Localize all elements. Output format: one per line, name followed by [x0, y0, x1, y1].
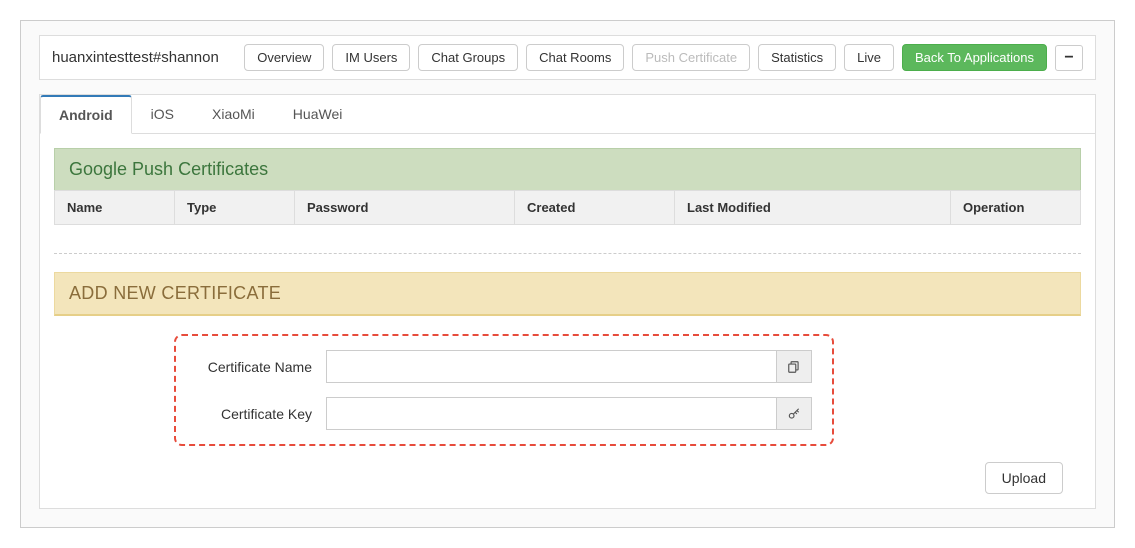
certificates-list-header: Google Push Certificates — [54, 148, 1081, 191]
copy-icon — [787, 360, 801, 374]
nav-push-certificate-button: Push Certificate — [632, 44, 750, 71]
platform-tabs: Android iOS XiaoMi HuaWei — [40, 95, 1095, 134]
cert-key-input-group — [326, 397, 812, 430]
nav-statistics-button[interactable]: Statistics — [758, 44, 836, 71]
col-operation: Operation — [951, 191, 1081, 225]
dashed-separator — [54, 253, 1081, 254]
form-row-cert-key: Certificate Key — [186, 397, 812, 430]
form-row-cert-name: Certificate Name — [186, 350, 812, 383]
col-created: Created — [515, 191, 675, 225]
certificates-table: Name Type Password Created Last Modified… — [54, 190, 1081, 225]
nav-chat-rooms-button[interactable]: Chat Rooms — [526, 44, 624, 71]
add-certificate-header: ADD NEW CERTIFICATE — [54, 272, 1081, 316]
col-last-modified: Last Modified — [675, 191, 951, 225]
nav-live-button[interactable]: Live — [844, 44, 894, 71]
cert-name-input-group — [326, 350, 812, 383]
key-icon — [787, 407, 801, 421]
tab-android[interactable]: Android — [40, 95, 132, 134]
nav-im-users-button[interactable]: IM Users — [332, 44, 410, 71]
cert-key-input[interactable] — [326, 397, 776, 430]
col-name: Name — [55, 191, 175, 225]
top-bar: huanxintesttest#shannon Overview IM User… — [39, 35, 1096, 80]
back-to-applications-button[interactable]: Back To Applications — [902, 44, 1047, 71]
tabs-container: Android iOS XiaoMi HuaWei Google Push Ce… — [39, 94, 1096, 509]
cert-name-input[interactable] — [326, 350, 776, 383]
col-type: Type — [175, 191, 295, 225]
cert-name-label: Certificate Name — [186, 359, 326, 375]
minus-icon: − — [1064, 50, 1073, 66]
tab-android-body: Google Push Certificates Name Type Passw… — [40, 134, 1095, 508]
tab-ios[interactable]: iOS — [132, 95, 193, 134]
cert-name-addon — [776, 350, 812, 383]
cert-key-label: Certificate Key — [186, 406, 326, 422]
panel-outer: huanxintesttest#shannon Overview IM User… — [20, 20, 1115, 528]
nav-chat-groups-button[interactable]: Chat Groups — [418, 44, 518, 71]
collapse-toggle-button[interactable]: − — [1055, 45, 1083, 71]
upload-button[interactable]: Upload — [985, 462, 1063, 494]
tab-huawei[interactable]: HuaWei — [274, 95, 362, 134]
nav-overview-button[interactable]: Overview — [244, 44, 324, 71]
tab-xiaomi[interactable]: XiaoMi — [193, 95, 274, 134]
cert-key-addon — [776, 397, 812, 430]
footer-row: Upload — [54, 446, 1081, 494]
table-header-row: Name Type Password Created Last Modified… — [55, 191, 1081, 225]
app-name: huanxintesttest#shannon — [52, 49, 236, 66]
col-password: Password — [295, 191, 515, 225]
add-certificate-form-highlight: Certificate Name — [174, 334, 834, 446]
